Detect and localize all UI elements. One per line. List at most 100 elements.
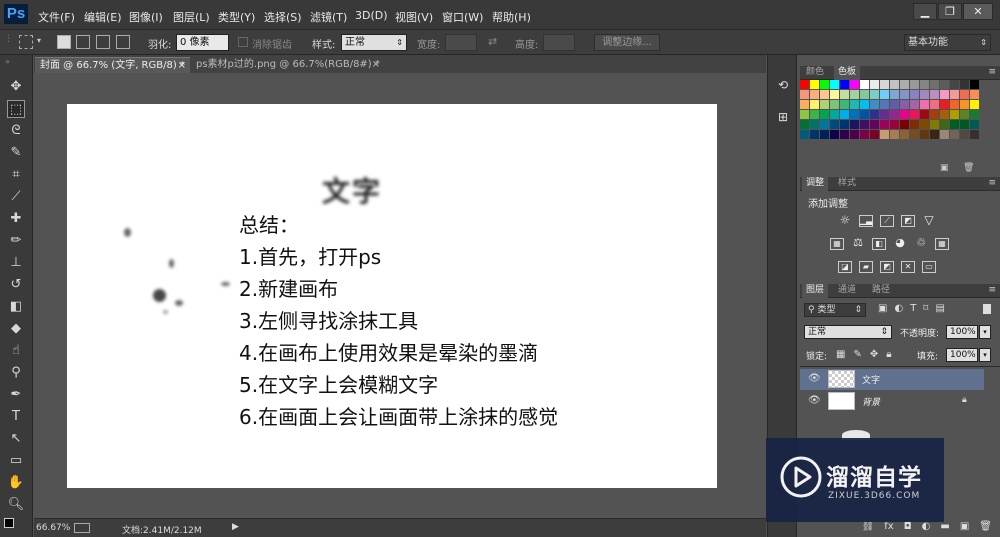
- menu-image[interactable]: 图像(I): [129, 9, 163, 25]
- swatch[interactable]: [820, 80, 829, 89]
- tab-color[interactable]: 颜色: [802, 66, 828, 80]
- swatch[interactable]: [810, 130, 819, 139]
- swatch[interactable]: [890, 130, 899, 139]
- swatch[interactable]: [920, 90, 929, 99]
- lasso-tool-icon[interactable]: ᘓ: [7, 122, 25, 140]
- swatch[interactable]: [830, 100, 839, 109]
- swatch[interactable]: [950, 110, 959, 119]
- color-balance-icon[interactable]: ⚖: [851, 237, 865, 250]
- swatch[interactable]: [840, 90, 849, 99]
- swatch[interactable]: [850, 130, 859, 139]
- lock-position-icon[interactable]: ✥: [870, 349, 878, 360]
- swatch[interactable]: [920, 100, 929, 109]
- swatch[interactable]: [840, 80, 849, 89]
- collapse-icon[interactable]: »: [5, 57, 10, 66]
- swatch[interactable]: [870, 80, 879, 89]
- panel-menu-icon[interactable]: ≡: [988, 178, 996, 188]
- layer-row-background[interactable]: 👁︎ 背景 🔒︎: [800, 391, 984, 412]
- swatch[interactable]: [970, 90, 979, 99]
- filter-type-icon[interactable]: T: [910, 303, 916, 314]
- swatch[interactable]: [920, 80, 929, 89]
- lock-all-icon[interactable]: 🔒︎: [886, 349, 891, 360]
- hue-saturation-icon[interactable]: ▦: [830, 238, 844, 250]
- swatch[interactable]: [900, 120, 909, 129]
- channel-mixer-icon[interactable]: ♲: [914, 237, 928, 250]
- swatch[interactable]: [860, 130, 869, 139]
- swatch[interactable]: [840, 100, 849, 109]
- black-white-icon[interactable]: ◧: [872, 238, 886, 250]
- swatch[interactable]: [930, 120, 939, 129]
- opacity-dropdown-icon[interactable]: ▾: [979, 325, 991, 339]
- history-brush-tool-icon[interactable]: ↺: [7, 276, 25, 294]
- tab-channels[interactable]: 通道: [834, 284, 860, 298]
- fill-input[interactable]: 100%: [946, 348, 978, 362]
- swatch[interactable]: [890, 90, 899, 99]
- swatch[interactable]: [910, 100, 919, 109]
- tab-swatches[interactable]: 色板: [834, 66, 861, 80]
- filter-shape-icon[interactable]: ⌑: [923, 303, 928, 314]
- selective-color-icon[interactable]: ✕: [901, 261, 915, 273]
- swatch[interactable]: [940, 90, 949, 99]
- swatch[interactable]: [800, 130, 809, 139]
- opacity-input[interactable]: 100%: [946, 325, 978, 339]
- swatch[interactable]: [830, 130, 839, 139]
- swatch[interactable]: [880, 130, 889, 139]
- swatch[interactable]: [880, 100, 889, 109]
- swatch[interactable]: [810, 90, 819, 99]
- filter-adjustment-icon[interactable]: ◐: [894, 303, 903, 314]
- swatch[interactable]: [970, 110, 979, 119]
- play-arrow-icon[interactable]: ▶: [232, 522, 239, 532]
- menu-filter[interactable]: 滤镜(T): [310, 9, 347, 25]
- swatch[interactable]: [810, 80, 819, 89]
- swatch[interactable]: [820, 110, 829, 119]
- swatch[interactable]: [850, 110, 859, 119]
- swatch[interactable]: [870, 90, 879, 99]
- swatch[interactable]: [970, 130, 979, 139]
- subtract-selection-icon[interactable]: [96, 35, 110, 49]
- swatch[interactable]: [970, 100, 979, 109]
- swatch[interactable]: [840, 130, 849, 139]
- color-lookup-icon[interactable]: ▦: [935, 238, 949, 250]
- hand-tool-icon[interactable]: ✋: [7, 474, 25, 492]
- swatch[interactable]: [950, 80, 959, 89]
- swatch[interactable]: [860, 110, 869, 119]
- group-icon[interactable]: ▬: [940, 521, 949, 537]
- add-selection-icon[interactable]: [76, 35, 90, 49]
- width-input[interactable]: [445, 34, 477, 51]
- paint-bucket-tool-icon[interactable]: ◆: [7, 320, 25, 338]
- swatch[interactable]: [800, 110, 809, 119]
- exposure-icon[interactable]: ◩: [901, 215, 915, 227]
- swatch[interactable]: [910, 90, 919, 99]
- swatch[interactable]: [870, 100, 879, 109]
- foreground-color-icon[interactable]: [4, 518, 14, 528]
- adjustment-layer-icon[interactable]: ◐: [922, 521, 931, 537]
- menu-select[interactable]: 选择(S): [264, 9, 302, 25]
- swatch[interactable]: [800, 120, 809, 129]
- swatch[interactable]: [910, 120, 919, 129]
- style-select[interactable]: 正常 ⇕: [341, 34, 407, 51]
- swatch[interactable]: [850, 90, 859, 99]
- swatch[interactable]: [960, 130, 969, 139]
- document-canvas[interactable]: 文字 总结： 1.首先，打开ps 2.新建画布 3.左侧寻找涂抹工具 4.在画布…: [67, 104, 717, 488]
- swatch[interactable]: [840, 110, 849, 119]
- fill-dropdown-icon[interactable]: ▾: [979, 348, 991, 362]
- swatch[interactable]: [860, 90, 869, 99]
- swatch[interactable]: [890, 110, 899, 119]
- layer-filter-select[interactable]: ⚲ 类型 ⇕: [804, 303, 866, 317]
- swatch[interactable]: [800, 100, 809, 109]
- swatch[interactable]: [940, 80, 949, 89]
- swatch[interactable]: [940, 110, 949, 119]
- swatch[interactable]: [920, 130, 929, 139]
- swatch[interactable]: [820, 130, 829, 139]
- minimize-button[interactable]: ▁: [913, 3, 937, 20]
- swatch-grid[interactable]: [800, 80, 979, 152]
- close-tab-icon[interactable]: ×: [372, 57, 380, 72]
- mask-icon[interactable]: ◘: [904, 521, 912, 537]
- swatch[interactable]: [910, 80, 919, 89]
- swatch[interactable]: [800, 80, 809, 89]
- blend-mode-select[interactable]: 正常 ⇕: [804, 325, 892, 339]
- swatch[interactable]: [940, 120, 949, 129]
- swatch[interactable]: [910, 130, 919, 139]
- menu-window[interactable]: 窗口(W): [442, 9, 483, 25]
- curves-icon[interactable]: ⟋: [880, 215, 894, 227]
